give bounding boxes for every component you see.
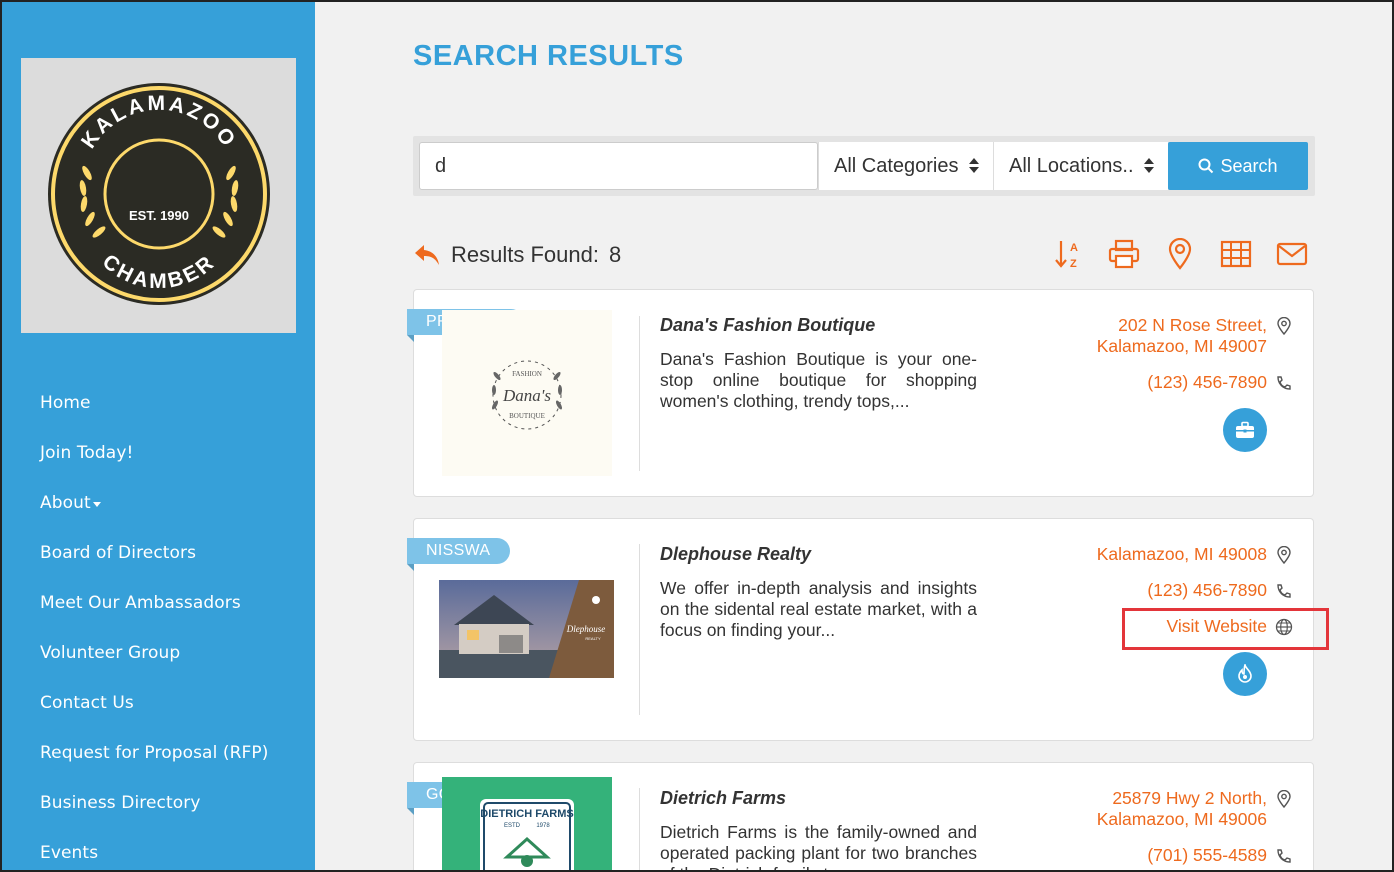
nav-label: Request for Proposal (RFP): [40, 743, 269, 763]
page-title: SEARCH RESULTS: [413, 40, 684, 72]
visit-website-link[interactable]: Visit Website: [1166, 616, 1267, 637]
logo-text-year: 1978: [536, 823, 550, 829]
nav-label: Board of Directors: [40, 543, 197, 563]
results-label: Results Found:: [451, 242, 599, 267]
listing-description: Dietrich Farms is the family-owned and o…: [660, 822, 977, 872]
listing-phone[interactable]: (123) 456-7890: [1147, 580, 1267, 601]
map-marker-icon: [1277, 546, 1291, 564]
badge-nisswa: NISSWA: [407, 538, 511, 571]
business-details-button[interactable]: [1223, 408, 1267, 452]
nav-label: Events: [40, 843, 99, 863]
listing-logo[interactable]: FASHION Dana's BOUTIQUE: [442, 310, 612, 476]
search-button-label: Search: [1220, 155, 1278, 176]
search-button[interactable]: Search: [1168, 142, 1308, 190]
results-summary: Results Found: 8: [413, 238, 621, 272]
logo-text-name: DIETRICH FARMS: [480, 808, 574, 820]
listing-logo[interactable]: Dlephouse REALTY: [439, 580, 614, 678]
nav-volunteer-group[interactable]: Volunteer Group: [0, 628, 315, 678]
listing-address[interactable]: 202 N Rose Street, Kalamazoo, MI 49007: [1097, 315, 1267, 357]
phone-icon: [1277, 376, 1291, 390]
phone-icon: [1277, 584, 1291, 598]
listing-card: GOLD DIETRICH FARMS ESTD 1978 Dietrich F…: [407, 762, 1314, 872]
listing-name[interactable]: Dlephouse Realty: [660, 544, 811, 565]
briefcase-icon: [1236, 421, 1254, 438]
listing-address[interactable]: Kalamazoo, MI 49008: [1097, 544, 1267, 565]
flame-icon: [1238, 664, 1252, 683]
listing-description: Dana's Fashion Boutique is your one-stop…: [660, 349, 977, 411]
nav-board-of-directors[interactable]: Board of Directors: [0, 528, 315, 578]
select-arrows-icon: [1144, 158, 1154, 174]
listing-name[interactable]: Dana's Fashion Boutique: [660, 315, 875, 336]
nav-business-directory[interactable]: Business Directory: [0, 778, 315, 828]
listing-card: PREMIUM FASHION Dana's BOUTIQUE Dana's F…: [407, 289, 1314, 497]
email-icon[interactable]: [1274, 236, 1310, 272]
divider: [639, 788, 640, 872]
nav-label: Contact Us: [40, 693, 134, 713]
results-count: 8: [608, 242, 622, 267]
svg-text:Z: Z: [1070, 258, 1077, 270]
sidebar: KALAMAZOO CHAMBER EST. 1990 Home Join To…: [0, 0, 315, 872]
search-input[interactable]: [419, 142, 818, 190]
divider: [639, 544, 640, 715]
logo-text-sub: REALTY: [585, 636, 601, 641]
nav-home[interactable]: Home: [0, 378, 315, 428]
listing-card: NISSWA Dlephouse REALTY Dlephouse Realty…: [407, 518, 1314, 741]
nav-label: Home: [40, 393, 91, 413]
category-select[interactable]: All Categories: [818, 142, 993, 190]
listing-phone[interactable]: (123) 456-7890: [1147, 372, 1267, 393]
category-select-value: All Categories: [834, 154, 959, 177]
logo-text-estd: ESTD: [504, 823, 521, 829]
business-details-button[interactable]: [1223, 652, 1267, 696]
phone-icon: [1277, 849, 1291, 863]
nav-about[interactable]: About: [0, 478, 315, 528]
address-line-2: Kalamazoo, MI 49006: [1096, 809, 1267, 829]
nav-label: Join Today!: [40, 443, 134, 463]
caret-down-icon: [92, 501, 101, 507]
sort-az-icon[interactable]: AZ: [1050, 236, 1086, 272]
search-bar: All Categories All Locations.. Search: [413, 136, 1315, 196]
chamber-logo[interactable]: KALAMAZOO CHAMBER EST. 1990: [21, 58, 296, 333]
print-icon[interactable]: [1106, 236, 1142, 272]
nav-events[interactable]: Events: [0, 828, 315, 872]
nav-label: About: [40, 493, 91, 513]
map-marker-icon: [1277, 790, 1291, 808]
location-select[interactable]: All Locations..: [993, 142, 1168, 190]
divider: [639, 316, 640, 471]
logo-text-bottom: BOUTIQUE: [509, 412, 545, 420]
nav-label: Volunteer Group: [40, 643, 181, 663]
sidebar-nav: Home Join Today! About Board of Director…: [0, 378, 315, 872]
logo-text-name: Dana's: [502, 386, 551, 405]
listing-address[interactable]: 25879 Hwy 2 North, Kalamazoo, MI 49006: [1097, 788, 1267, 830]
listing-phone[interactable]: (701) 555-4589: [1147, 845, 1267, 866]
logo-est-text: EST. 1990: [129, 208, 189, 223]
globe-icon: [1275, 618, 1293, 636]
nav-join-today[interactable]: Join Today!: [0, 428, 315, 478]
location-select-value: All Locations..: [1009, 154, 1134, 177]
nav-label: Business Directory: [40, 793, 201, 813]
svg-text:A: A: [1070, 242, 1078, 254]
address-line-1: 202 N Rose Street,: [1118, 315, 1267, 335]
address-line-2: Kalamazoo, MI 49007: [1096, 336, 1267, 356]
select-arrows-icon: [969, 158, 979, 174]
listing-description: We offer in-depth analysis and insights …: [660, 578, 977, 640]
nav-meet-our-ambassadors[interactable]: Meet Our Ambassadors: [0, 578, 315, 628]
listing-name[interactable]: Dietrich Farms: [660, 788, 786, 809]
grid-icon[interactable]: [1218, 236, 1254, 272]
map-marker-icon: [1277, 317, 1291, 335]
logo-text-name: Dlephouse: [566, 624, 606, 634]
back-arrow-icon[interactable]: [413, 243, 441, 267]
search-icon: [1198, 158, 1214, 174]
logo-text-top: FASHION: [512, 370, 542, 378]
listing-logo[interactable]: DIETRICH FARMS ESTD 1978: [442, 777, 612, 872]
nav-request-for-proposal[interactable]: Request for Proposal (RFP): [0, 728, 315, 778]
address-line-1: 25879 Hwy 2 North,: [1112, 788, 1267, 808]
nav-label: Meet Our Ambassadors: [40, 593, 241, 613]
nav-contact-us[interactable]: Contact Us: [0, 678, 315, 728]
toolbar: AZ: [1050, 236, 1330, 272]
map-pin-icon[interactable]: [1162, 236, 1198, 272]
